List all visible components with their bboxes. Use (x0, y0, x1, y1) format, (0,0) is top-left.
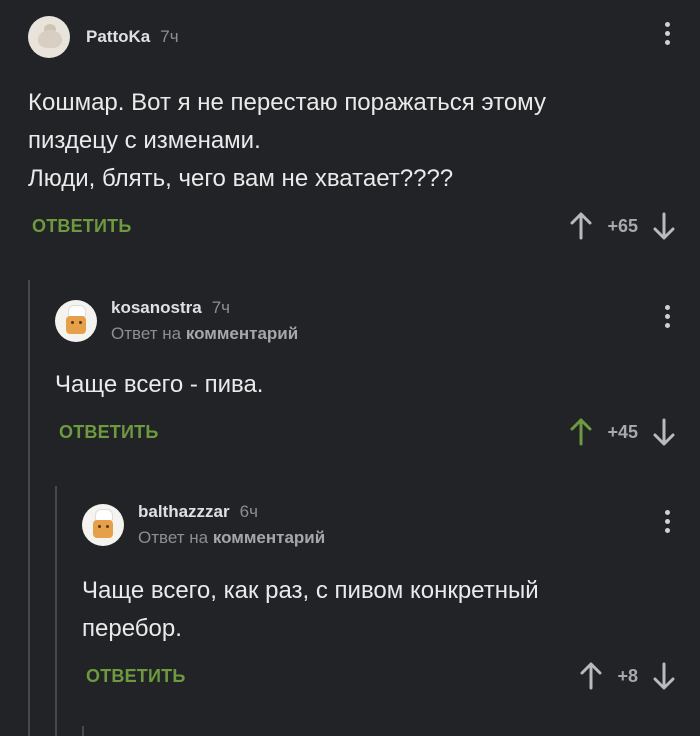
reply-target-link[interactable]: комментарий (213, 528, 325, 547)
avatar[interactable] (28, 16, 70, 58)
comment-text-line: Чаще всего, как раз, с пивом конкретный (82, 577, 539, 604)
downvote-arrow-icon[interactable] (652, 418, 676, 446)
upvote-arrow-icon[interactable] (569, 212, 593, 240)
username[interactable]: balthazzzar (138, 502, 230, 522)
comment-text: Чаще всего - пива. (55, 366, 263, 404)
comment-score: +8 (617, 665, 638, 686)
username[interactable]: kosanostra (111, 298, 202, 318)
comment-time: 7ч (160, 27, 179, 46)
comment-text: Кошмар. Вот я не перестаю поражаться это… (28, 84, 546, 198)
reply-target-link[interactable]: комментарий (186, 324, 298, 343)
upvote-arrow-icon[interactable] (579, 662, 603, 690)
upvote-arrow-icon[interactable] (569, 418, 593, 446)
downvote-arrow-icon[interactable] (652, 212, 676, 240)
comment-time: 7ч (211, 298, 231, 317)
comment-text-line: пиздецу с изменами. (28, 127, 261, 154)
reply-button[interactable]: ОТВЕТИТЬ (86, 666, 185, 687)
comment-text-line: Люди, блять, чего вам не хватает???? (28, 165, 454, 192)
comment-text: Чаще всего, как раз, с пивом конкретный … (82, 572, 539, 648)
reply-button[interactable]: ОТВЕТИТЬ (59, 422, 158, 443)
comment-text-line: Чаще всего - пива. (55, 371, 264, 398)
vote-controls: +65 (569, 212, 676, 240)
vote-controls: +8 (579, 662, 676, 690)
reply-prefix: Ответ на (111, 324, 182, 343)
reply-prefix: Ответ на (138, 528, 209, 547)
reply-button[interactable]: ОТВЕТИТЬ (32, 216, 131, 237)
more-options-icon[interactable] (664, 22, 670, 45)
thread-line-level-2[interactable] (55, 486, 57, 736)
more-options-icon[interactable] (664, 305, 670, 328)
comment-score: +45 (607, 421, 638, 442)
thread-line-level-3[interactable] (82, 726, 84, 736)
comment-text-line: Кошмар. Вот я не перестаю поражаться это… (28, 89, 546, 116)
thread-line-level-1[interactable] (28, 280, 30, 736)
avatar[interactable] (55, 300, 97, 342)
comment-text-line: перебор. (82, 615, 182, 642)
vote-controls: +45 (569, 418, 676, 446)
reply-to-label: Ответ на комментарий (111, 324, 298, 344)
avatar[interactable] (82, 504, 124, 546)
downvote-arrow-icon[interactable] (652, 662, 676, 690)
more-options-icon[interactable] (664, 510, 670, 533)
comment-score: +65 (607, 215, 638, 236)
comment-time: 6ч (239, 502, 258, 521)
reply-to-label: Ответ на комментарий (138, 528, 325, 548)
username[interactable]: PattoKa (86, 27, 150, 47)
